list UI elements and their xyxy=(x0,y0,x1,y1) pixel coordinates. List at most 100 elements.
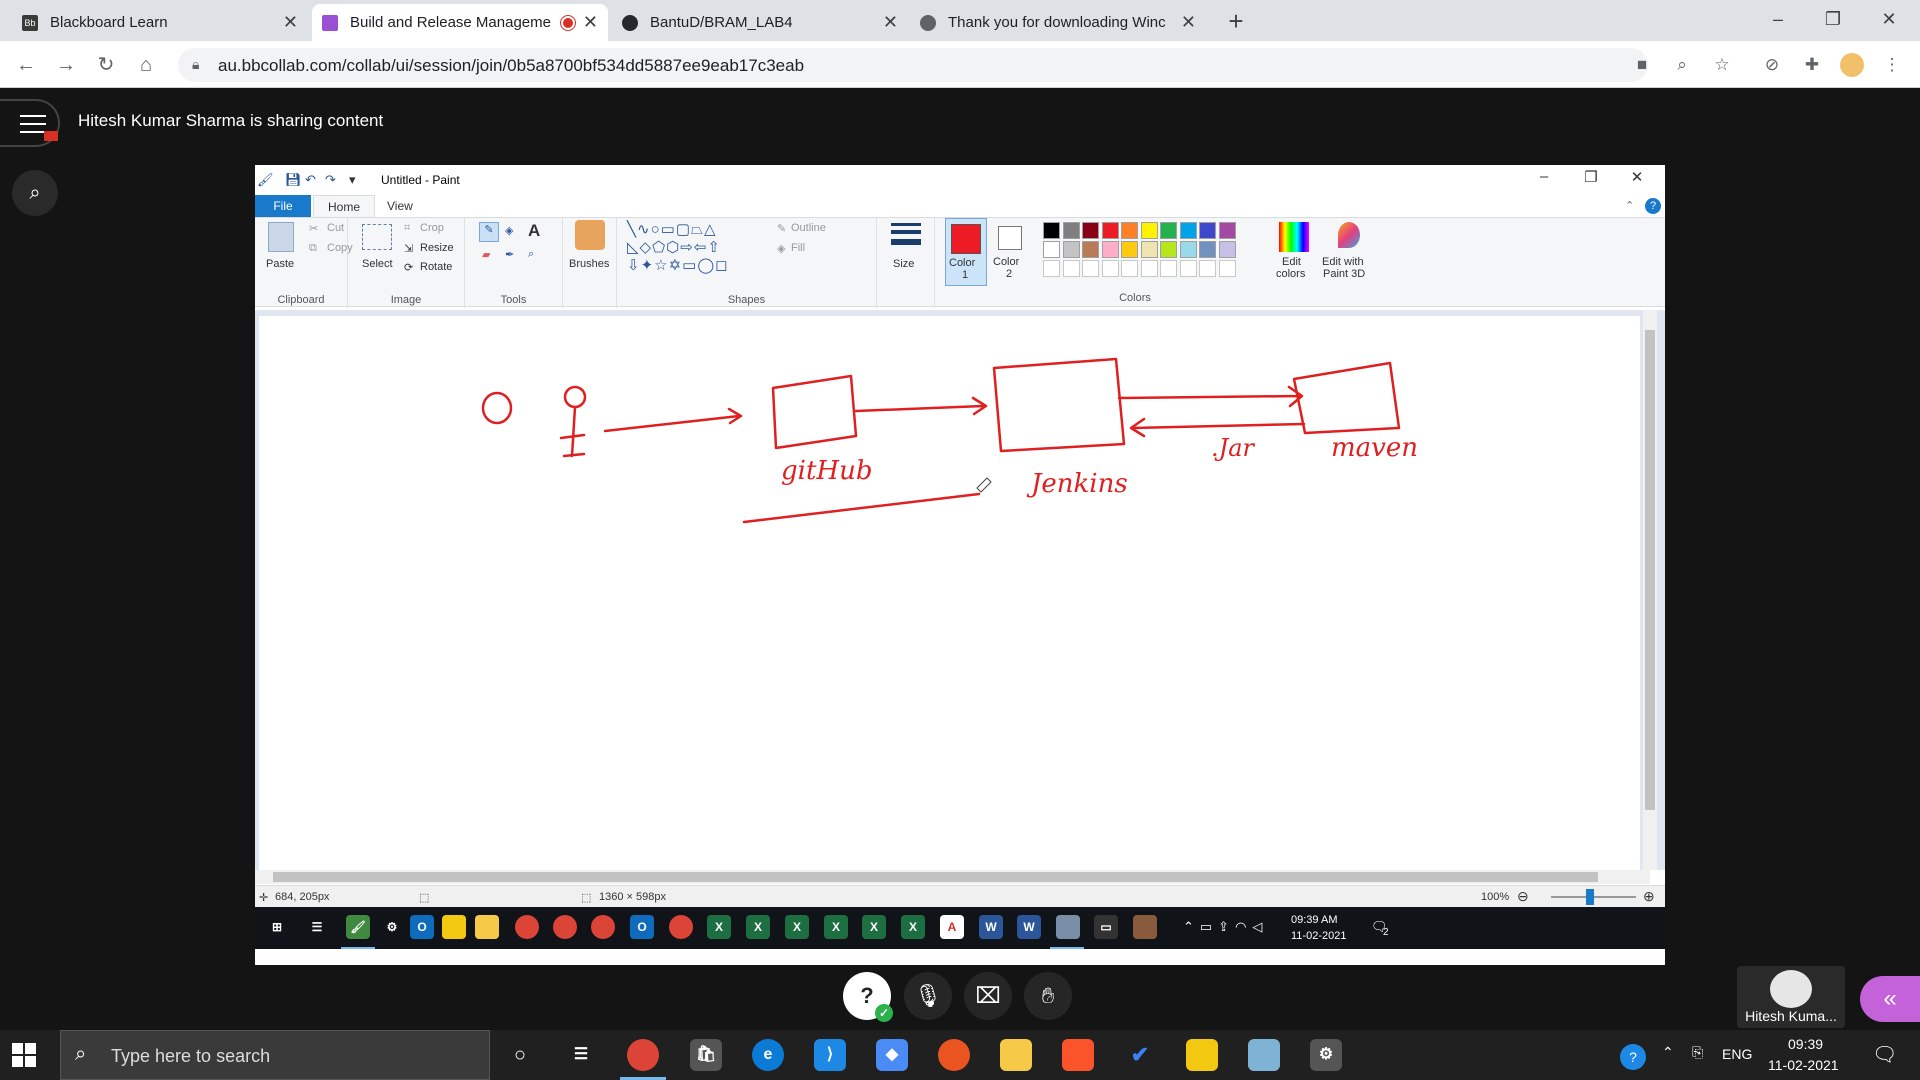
eraser-icon[interactable]: ▰ xyxy=(482,248,490,261)
menu-dots-icon[interactable]: ⋮ xyxy=(1880,53,1904,77)
color2-button[interactable]: Color 2 xyxy=(990,218,1032,286)
outline-button[interactable]: Outline xyxy=(791,222,826,234)
tab-file[interactable]: File xyxy=(255,195,311,217)
bookmark-star-icon[interactable]: ☆ xyxy=(1710,53,1734,77)
microphone-off-button[interactable]: 🎙︎ xyxy=(904,972,952,1020)
pencil-icon[interactable]: ✎ xyxy=(479,222,499,242)
undo-icon[interactable]: ↶ xyxy=(305,172,316,188)
palette-swatch[interactable] xyxy=(1160,241,1177,258)
raise-hand-button[interactable]: ✋︎ xyxy=(1024,972,1072,1020)
shapes-row-3-icon[interactable]: ⇩✦☆✡▭◯◻ xyxy=(627,256,729,274)
horizontal-scrollbar[interactable] xyxy=(255,870,1650,884)
vscode-icon[interactable]: ⟩ xyxy=(814,1039,846,1071)
camera-off-button[interactable]: ⌧ xyxy=(964,972,1012,1020)
palette-swatch[interactable] xyxy=(1121,222,1138,239)
collapse-ribbon-icon[interactable]: ⌃ xyxy=(1625,199,1634,212)
camera-icon[interactable]: ■ xyxy=(1630,53,1654,77)
customize-toolbar-icon[interactable]: ▾ xyxy=(349,172,356,188)
palette-swatch[interactable] xyxy=(1199,222,1216,239)
close-window-button[interactable]: ✕ xyxy=(1866,0,1912,41)
rotate-button[interactable]: Rotate xyxy=(420,261,452,273)
zoom-in-icon[interactable]: ⊕ xyxy=(1643,888,1655,905)
custom-color-swatch[interactable] xyxy=(1179,260,1197,277)
fill-button[interactable]: Fill xyxy=(791,242,805,254)
cortana-icon[interactable]: ○ xyxy=(504,1039,536,1071)
palette-swatch[interactable] xyxy=(1082,241,1099,258)
text-tool-icon[interactable]: A xyxy=(528,221,540,241)
palette-swatch[interactable] xyxy=(1062,222,1080,239)
palette-swatch[interactable] xyxy=(1199,241,1216,258)
settings-icon[interactable]: ⚙ xyxy=(1310,1039,1342,1071)
edit-colors-button[interactable]: Edit colors xyxy=(1270,218,1318,286)
paint-minimize-button[interactable]: – xyxy=(1524,168,1564,185)
store-icon[interactable]: 🛍︎ xyxy=(690,1039,722,1071)
todo-icon[interactable]: ✔ xyxy=(1124,1039,1156,1071)
palette-swatch[interactable] xyxy=(1101,241,1119,258)
content-view-icon[interactable]: ⌕ xyxy=(12,170,58,216)
custom-color-swatch[interactable] xyxy=(1199,260,1216,277)
redo-icon[interactable]: ↷ xyxy=(325,172,336,188)
brave-icon[interactable] xyxy=(1062,1039,1094,1071)
custom-color-swatch[interactable] xyxy=(1082,260,1099,277)
tab-home[interactable]: Home xyxy=(313,195,376,217)
paint-restore-button[interactable]: ❐ xyxy=(1571,168,1611,186)
participant-tile[interactable]: Hitesh Kuma... xyxy=(1737,966,1845,1028)
forward-button[interactable]: → xyxy=(52,51,80,79)
zoom-icon[interactable]: ⌕ xyxy=(1670,53,1694,77)
select-button[interactable]: Select xyxy=(362,258,393,270)
new-tab-button[interactable]: + xyxy=(1222,8,1250,36)
help-icon[interactable]: ? xyxy=(1645,198,1661,214)
close-tab-icon[interactable]: ✕ xyxy=(883,12,898,33)
shapes-row-1-icon[interactable]: ╲∿○▭▢⏢△ xyxy=(627,220,717,238)
palette-swatch[interactable] xyxy=(1043,241,1060,258)
palette-swatch[interactable] xyxy=(1218,222,1236,239)
notification-center-icon[interactable]: 🗨︎ xyxy=(1872,1042,1897,1067)
tab-github-repo[interactable]: BantuD/BRAM_LAB4 ✕ xyxy=(612,4,908,41)
network-icon[interactable]: ⎘ xyxy=(1692,1044,1703,1061)
palette-swatch[interactable] xyxy=(1101,222,1119,239)
lock-icon[interactable]: 🔒︎ xyxy=(192,56,199,73)
status-button[interactable]: ? ✓ xyxy=(843,972,893,1022)
extensions-icon[interactable]: ✚ xyxy=(1800,53,1824,77)
palette-swatch[interactable] xyxy=(1179,222,1197,239)
crop-button[interactable]: Crop xyxy=(420,222,444,234)
save-icon[interactable]: 💾︎ xyxy=(285,172,302,188)
palette-swatch[interactable] xyxy=(1121,241,1138,258)
ubuntu-icon[interactable] xyxy=(938,1039,970,1071)
paste-icon[interactable] xyxy=(268,222,294,252)
taskbar-search[interactable]: ⌕ Type here to search xyxy=(60,1030,490,1080)
tray-overflow-icon[interactable]: ⌃ xyxy=(1662,1044,1674,1061)
tab-download-windows[interactable]: Thank you for downloading Winc ✕ xyxy=(910,4,1206,41)
chrome-icon[interactable] xyxy=(627,1039,659,1071)
zoom-out-icon[interactable]: ⊖ xyxy=(1517,888,1529,905)
windows-start-icon[interactable] xyxy=(12,1043,36,1067)
palette-swatch[interactable] xyxy=(1140,222,1158,239)
edit-with-paint3d-button[interactable]: Edit with Paint 3D xyxy=(1320,218,1380,286)
custom-color-swatch[interactable] xyxy=(1121,260,1138,277)
brushes-icon[interactable] xyxy=(575,220,605,250)
zoom-slider-thumb[interactable] xyxy=(1586,889,1594,905)
tab-blackboard-learn[interactable]: Bb Blackboard Learn ✕ xyxy=(12,4,308,41)
clock-date[interactable]: 11-02-2021 xyxy=(1768,1057,1839,1073)
close-tab-icon[interactable]: ✕ xyxy=(283,12,298,33)
drawing-canvas[interactable]: gitHub Jenkins .Jar maven xyxy=(259,316,1640,871)
custom-color-swatch[interactable] xyxy=(1140,260,1158,277)
tab-build-release[interactable]: Build and Release Manageme ✕ xyxy=(312,4,608,41)
paint-icon[interactable] xyxy=(1248,1039,1280,1071)
palette-swatch[interactable] xyxy=(1082,222,1099,239)
fill-icon[interactable]: ◈ xyxy=(505,224,513,237)
restore-window-button[interactable]: ❐ xyxy=(1810,0,1856,41)
palette-swatch[interactable] xyxy=(1043,222,1060,239)
color1-button[interactable]: Color 1 xyxy=(945,218,987,286)
palette-swatch[interactable] xyxy=(1179,241,1197,258)
custom-color-swatch[interactable] xyxy=(1101,260,1119,277)
address-bar[interactable]: 🔒︎ au.bbcollab.com/collab/ui/session/joi… xyxy=(178,48,1648,82)
horizontal-scroll-thumb[interactable] xyxy=(273,872,1598,882)
custom-color-swatch[interactable] xyxy=(1160,260,1177,277)
session-menu-button[interactable] xyxy=(0,99,60,147)
vertical-scroll-thumb[interactable] xyxy=(1645,330,1655,810)
file-explorer-icon[interactable] xyxy=(1000,1039,1032,1071)
vertical-scrollbar[interactable] xyxy=(1643,310,1657,870)
help-tray-icon[interactable]: ? xyxy=(1620,1044,1646,1070)
magnifier-icon[interactable]: ⌕ xyxy=(528,248,534,261)
